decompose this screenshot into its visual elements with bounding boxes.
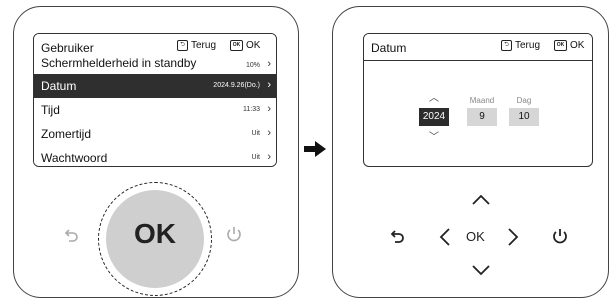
year-header: [419, 96, 449, 106]
month-header: Maand: [469, 96, 495, 105]
chevron-down-icon[interactable]: [471, 264, 491, 276]
list-item-value: 10%: [245, 62, 260, 69]
day-column[interactable]: Dag 10: [509, 96, 539, 126]
dpad-ok-button[interactable]: OK: [466, 229, 485, 244]
back-button[interactable]: ⮌ Terug: [177, 40, 216, 51]
list-item-label: Datum: [41, 79, 77, 93]
list-item-value: Uit: [251, 154, 260, 161]
right-arrow-icon: [304, 141, 326, 157]
chevron-right-icon[interactable]: [507, 227, 519, 247]
screen-header: Datum ⮌ Terug OK OK: [364, 34, 592, 60]
back-label: Terug: [191, 40, 217, 51]
list-item-label: Zomertijd: [41, 127, 92, 141]
ok-label: OK: [246, 40, 261, 51]
month-column[interactable]: Maand 9: [467, 96, 497, 126]
back-label: Terug: [515, 40, 541, 51]
list-item[interactable]: Wachtwoord Uit ›: [34, 146, 276, 166]
chevron-right-icon: ›: [267, 151, 271, 163]
list-item-value: 11:33: [243, 106, 260, 113]
ok-button[interactable]: OK OK: [554, 40, 584, 51]
left-screen: Gebruiker ⮌ Terug OK OK Schermhelderheid…: [33, 33, 277, 167]
list-item-value: Uit: [251, 130, 260, 137]
ok-button[interactable]: OK OK: [230, 40, 260, 51]
chevron-right-icon: ›: [267, 58, 271, 70]
screen-title: Gebruiker: [41, 41, 94, 55]
back-arrow-icon: ⮌: [177, 40, 188, 51]
day-value[interactable]: 10: [509, 108, 539, 126]
right-screen: Datum ⮌ Terug OK OK ︿ 2024 ﹀ Maand 9 Dag…: [363, 33, 593, 167]
chevron-left-icon[interactable]: [439, 227, 451, 247]
chevron-up-icon[interactable]: [471, 194, 491, 206]
header-divider: [364, 60, 592, 61]
power-icon[interactable]: [550, 226, 570, 246]
chevron-right-icon: ›: [267, 127, 271, 139]
list-item[interactable]: Schermhelderheid in standby 10% ›: [34, 56, 276, 75]
ok-box-icon: OK: [554, 40, 567, 51]
list-item-selected[interactable]: Datum 2024.9.26(Do.) ›: [34, 74, 276, 99]
ok-knob-label: OK: [134, 218, 176, 249]
list-item-label: Tijd: [41, 103, 60, 117]
chevron-right-icon: ›: [267, 103, 271, 115]
month-value[interactable]: 9: [467, 108, 497, 126]
back-arrow-icon: ⮌: [501, 40, 512, 51]
ok-box-icon: OK: [230, 40, 243, 51]
chevron-right-icon: ›: [267, 79, 271, 91]
list-item-value: 2024.9.26(Do.): [213, 82, 260, 89]
list-item-label: Wachtwoord: [41, 151, 108, 165]
day-header: Dag: [516, 96, 532, 105]
power-icon[interactable]: [224, 224, 244, 244]
screen-title: Datum: [371, 41, 407, 55]
ok-label: OK: [570, 40, 585, 51]
list-item[interactable]: Tijd 11:33 ›: [34, 98, 276, 123]
year-column[interactable]: 2024: [419, 96, 449, 126]
list-item-label: Schermhelderheid in standby: [41, 56, 197, 70]
back-button[interactable]: ⮌ Terug: [501, 40, 540, 51]
back-arrow-icon[interactable]: [63, 226, 81, 244]
chevron-down-icon[interactable]: ﹀: [429, 128, 439, 143]
back-arrow-icon[interactable]: [389, 227, 407, 247]
list-item[interactable]: Zomertijd Uit ›: [34, 122, 276, 147]
year-value[interactable]: 2024: [419, 108, 449, 126]
